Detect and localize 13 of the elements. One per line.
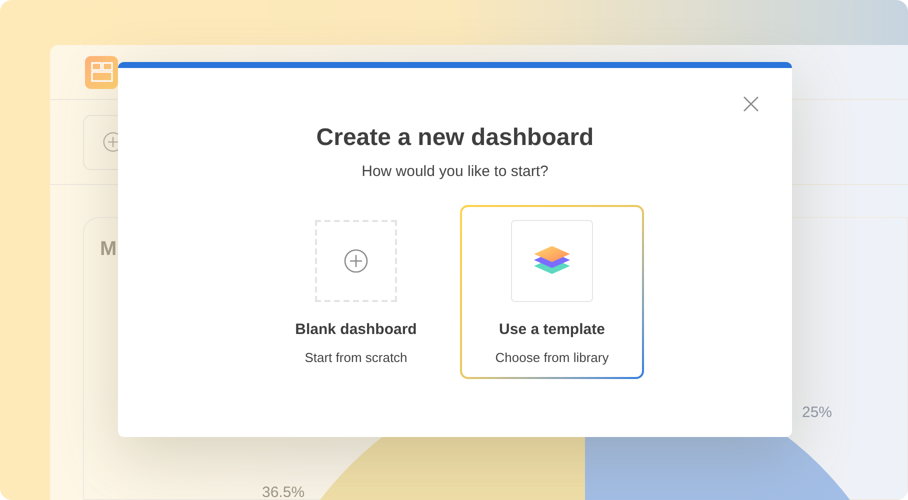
option-card[interactable]: Use a template Choose from library: [460, 204, 644, 378]
close-icon: [742, 95, 760, 113]
chart-label: 36.5%: [262, 483, 305, 500]
card-title: M: [100, 238, 117, 260]
option-title: Use a template: [499, 320, 605, 340]
dialog-subtitle: How would you like to start?: [362, 162, 548, 182]
add-icon: [344, 248, 368, 272]
close-button[interactable]: [742, 95, 760, 113]
option-description: Start from scratch: [304, 349, 408, 367]
option-description: Choose from library: [495, 349, 609, 367]
dialog-title: Create a new dashboard: [316, 123, 594, 153]
option-title: Blank dashboard: [295, 320, 417, 340]
chart-label: 25%: [802, 403, 832, 423]
